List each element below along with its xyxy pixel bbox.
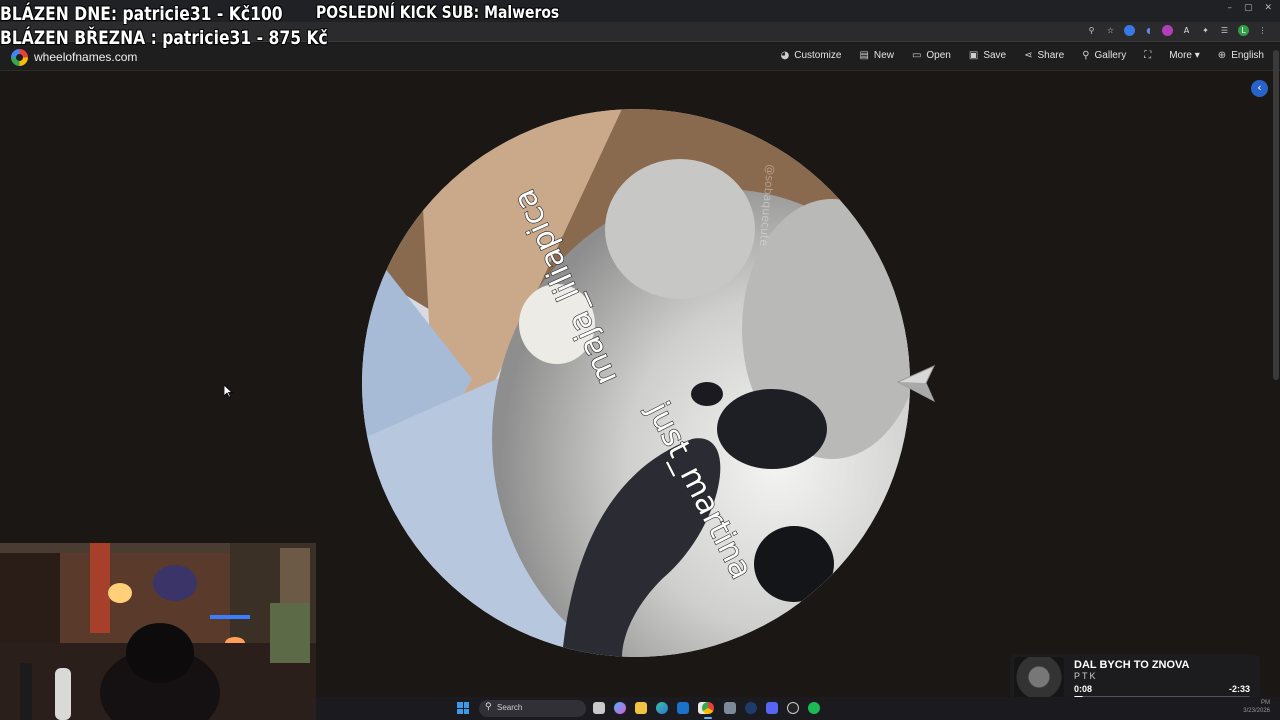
save-button[interactable]: ▣ Save	[969, 50, 1006, 61]
extension-icon[interactable]	[1162, 25, 1173, 36]
windows-start-icon[interactable]	[457, 702, 469, 714]
more-menu[interactable]: More ▾	[1169, 50, 1200, 61]
edge-icon[interactable]	[656, 702, 668, 714]
gallery-button[interactable]: ⚲ Gallery	[1082, 50, 1126, 61]
artist-name: PTK	[1074, 671, 1098, 681]
chrome-icon[interactable]	[702, 702, 714, 714]
screen: – ▢ ✕ ⚲ ☆ ◖ A ✦ ☰ L ⋮ wheelofnames.com ◕…	[0, 0, 1280, 720]
zoom-icon[interactable]: ⚲	[1086, 25, 1097, 36]
file-icon: ▤	[859, 50, 869, 61]
menu-icon[interactable]: ⋮	[1257, 25, 1268, 36]
task-view-icon[interactable]	[593, 702, 605, 714]
open-button[interactable]: ▭ Open	[912, 50, 951, 61]
tab-search-icon[interactable]: ☰	[1219, 25, 1230, 36]
site-nav: ◕ Customize ▤ New ▭ Open ▣ Save ⋖ Share …	[780, 50, 1264, 61]
globe-icon: ⊕	[1217, 50, 1227, 61]
customize-label: Customize	[794, 50, 842, 61]
gallery-label: Gallery	[1094, 50, 1127, 61]
puzzle-icon[interactable]: ✦	[1200, 25, 1211, 36]
more-label: More ▾	[1169, 50, 1200, 61]
outlook-icon[interactable]	[677, 702, 689, 714]
folder-icon: ▭	[911, 50, 922, 61]
overlay-fool-of-month: BLÁZEN BŘEZNA : patricie31 - 875 Kč	[0, 27, 328, 49]
song-title: DAL BYCH TO ZNOVA	[1074, 659, 1190, 671]
share-button[interactable]: ⋖ Share	[1024, 50, 1064, 61]
language-label: English	[1231, 50, 1264, 61]
customize-button[interactable]: ◕ Customize	[780, 50, 841, 61]
close-button[interactable]: ✕	[1264, 3, 1272, 13]
wheel-logo-icon[interactable]	[11, 49, 28, 66]
maximize-button[interactable]: ▢	[1244, 3, 1253, 13]
extension-icon[interactable]	[1124, 25, 1135, 36]
elapsed-time: 0:08	[1074, 684, 1093, 694]
wheel-pointer-icon	[896, 363, 938, 410]
file-explorer-icon[interactable]	[635, 702, 647, 714]
page-scrollbar[interactable]	[1273, 50, 1279, 380]
floppy-icon: ▣	[968, 50, 979, 61]
open-label: Open	[926, 50, 951, 61]
minimize-button[interactable]: –	[1227, 3, 1232, 13]
site-name[interactable]: wheelofnames.com	[34, 50, 137, 64]
fullscreen-button[interactable]: ⛶	[1144, 50, 1151, 61]
mouse-cursor-icon	[223, 384, 234, 403]
palette-icon: ◕	[780, 50, 790, 61]
language-select[interactable]: ⊕ English	[1218, 50, 1264, 61]
extension-icon[interactable]: A	[1181, 25, 1192, 36]
save-label: Save	[983, 50, 1007, 61]
share-label: Share	[1037, 50, 1065, 61]
wheel[interactable]: @sobaquecute maja_liliapica just_martina	[362, 109, 910, 662]
window-controls: – ▢ ✕	[1227, 3, 1272, 13]
overlay-fool-of-day: BLÁZEN DNE: patricie31 - Kč100	[0, 3, 283, 25]
active-app-indicator	[704, 717, 712, 719]
taskbar-search-placeholder: Search	[497, 703, 523, 712]
profile-avatar[interactable]: L	[1238, 25, 1249, 36]
overlay-last-kick-sub: POSLEDNÍ KICK SUB: Malweros	[316, 3, 560, 23]
extension-icon[interactable]: ◖	[1143, 25, 1154, 36]
app-icon[interactable]	[724, 702, 736, 714]
extension-bar: ⚲ ☆ ◖ A ✦ ☰ L ⋮	[1086, 25, 1268, 36]
star-icon[interactable]: ☆	[1105, 25, 1116, 36]
search-icon: ⚲	[1082, 50, 1090, 61]
system-clock[interactable]: PM 3/23/2026	[1243, 699, 1270, 715]
obs-icon[interactable]	[787, 702, 799, 714]
search-icon: ⚲	[485, 702, 492, 712]
new-label: New	[873, 50, 894, 61]
collapse-sidebar-button[interactable]: ‹	[1251, 80, 1268, 97]
steam-icon[interactable]	[745, 702, 757, 714]
clock-line: 3/23/2026	[1243, 708, 1270, 714]
remaining-time: -2:33	[1228, 684, 1250, 694]
new-button[interactable]: ▤ New	[859, 50, 893, 61]
discord-icon[interactable]	[766, 702, 778, 714]
clock-text: PM 3/23/2026	[1243, 699, 1270, 715]
clock-line: PM	[1261, 700, 1270, 706]
share-icon: ⋖	[1024, 50, 1033, 61]
fullscreen-icon: ⛶	[1144, 50, 1152, 61]
taskbar-search[interactable]: ⚲ Search	[479, 700, 586, 717]
copilot-icon[interactable]	[614, 702, 626, 714]
windows-taskbar: ⚲ Search PM 3/23/2026	[316, 697, 1280, 720]
spotify-icon[interactable]	[808, 702, 820, 714]
webcam-feed	[0, 543, 316, 720]
wheel-canvas[interactable]: @sobaquecute maja_liliapica just_martina	[362, 109, 910, 657]
